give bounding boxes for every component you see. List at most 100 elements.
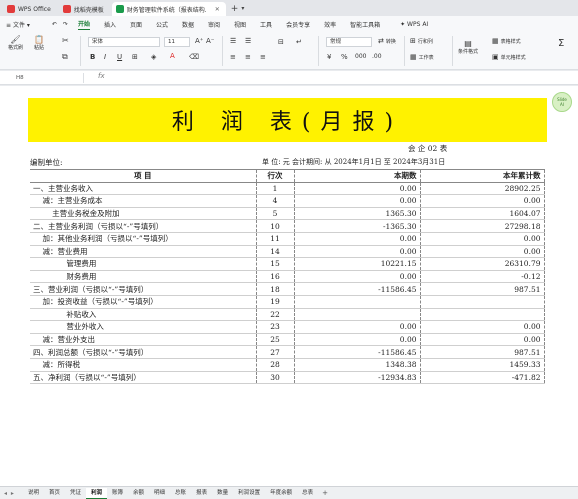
worksheet-button[interactable]: ▦ 工作表: [410, 53, 434, 61]
cell-year-to-date[interactable]: 28902.25: [420, 182, 545, 196]
cell-item[interactable]: 减：营业费用: [30, 245, 256, 259]
wrap-text-icon[interactable]: ↵: [296, 38, 302, 46]
cell-current-period[interactable]: 0.00: [294, 270, 421, 284]
table-row[interactable]: 五、净利润（亏损以“-”号填列） 30 -12934.83 -471.82: [30, 371, 545, 385]
table-row[interactable]: 财务费用 16 0.00 -0.12: [30, 270, 545, 284]
sum-button[interactable]: Σ: [558, 38, 564, 49]
table-row[interactable]: 三、营业利润（亏损以“-”号填列） 18 -11586.45 987.51: [30, 282, 545, 296]
italic-icon[interactable]: I: [104, 53, 106, 61]
table-row[interactable]: 四、利润总额（亏损以“-”号填列） 27 -11586.45 987.51: [30, 345, 545, 359]
cell-line-no[interactable]: 18: [255, 282, 295, 296]
cell-year-to-date[interactable]: 0.00: [420, 320, 545, 334]
cell-current-period[interactable]: 0.00: [294, 232, 421, 246]
cell-item[interactable]: 二、主营业务利润（亏损以“-”号填列）: [30, 219, 256, 233]
menu-member[interactable]: 会员专享: [286, 20, 310, 29]
table-row[interactable]: 减：营业外支出 25 0.00 0.00: [30, 333, 545, 347]
cell-current-period[interactable]: [294, 308, 421, 322]
cell-year-to-date[interactable]: [420, 308, 545, 322]
font-color-icon[interactable]: A: [170, 52, 175, 60]
cell-year-to-date[interactable]: 26310.79: [420, 257, 545, 271]
table-row[interactable]: 减：主营业务成本 4 0.00 0.00: [30, 194, 545, 208]
cell-item[interactable]: 减：主营业务成本: [30, 194, 256, 208]
cell-item[interactable]: 一、主营业务收入: [30, 182, 256, 196]
chevron-down-icon[interactable]: ▾: [241, 2, 244, 16]
redo-icon[interactable]: ↷: [63, 21, 68, 28]
conditional-format-button[interactable]: ▤ 条件格式: [458, 39, 478, 55]
font-size-select[interactable]: 11: [164, 37, 190, 47]
cell-year-to-date[interactable]: 1604.07: [420, 207, 545, 221]
sheet-tab[interactable]: 明细: [149, 488, 170, 499]
sheet-tab[interactable]: 报表: [191, 488, 212, 499]
sheet-nav-arrows-icon[interactable]: ◂ ▸: [4, 490, 15, 497]
cell-item[interactable]: 三、营业利润（亏损以“-”号填列）: [30, 282, 256, 296]
cell-current-period[interactable]: 1348.38: [294, 358, 421, 372]
fill-color-icon[interactable]: ◈: [151, 53, 156, 61]
decrease-font-icon[interactable]: A⁻: [206, 37, 214, 45]
row-col-button[interactable]: ⊞ 行和列: [410, 37, 433, 45]
cell-item[interactable]: 管理费用: [30, 257, 256, 271]
table-row[interactable]: 二、主营业务利润（亏损以“-”号填列） 10 -1365.30 27298.18: [30, 219, 545, 233]
cell-year-to-date[interactable]: 0.00: [420, 194, 545, 208]
cell-year-to-date[interactable]: 0.00: [420, 232, 545, 246]
menu-data[interactable]: 数据: [182, 20, 194, 29]
cell-line-no[interactable]: 19: [255, 295, 295, 309]
tab-docer-templates[interactable]: 找稻壳模板: [59, 2, 110, 16]
cut-icon[interactable]: ✂: [62, 36, 69, 45]
cell-line-no[interactable]: 25: [255, 333, 295, 347]
cell-line-no[interactable]: 14: [255, 245, 295, 259]
table-row[interactable]: 管理费用 15 10221.15 26310.79: [30, 257, 545, 271]
sheet-tab[interactable]: 利润设置: [233, 488, 265, 499]
menu-wps-ai[interactable]: ✦ WPS AI: [400, 21, 428, 28]
cell-line-no[interactable]: 10: [255, 219, 295, 233]
cell-item[interactable]: 主营业务税金及附加: [30, 207, 256, 221]
menu-smart-toolbox[interactable]: 智能工具箱: [350, 20, 380, 29]
cell-current-period[interactable]: 0.00: [294, 194, 421, 208]
cell-current-period[interactable]: 10221.15: [294, 257, 421, 271]
function-icon[interactable]: fx: [98, 72, 105, 80]
align-top-icon[interactable]: ☰: [230, 37, 236, 45]
merge-icon[interactable]: ⊟: [278, 38, 284, 46]
align-right-icon[interactable]: ≡: [260, 53, 266, 61]
cell-year-to-date[interactable]: 0.00: [420, 333, 545, 347]
menu-file[interactable]: ≡ 文件 ▾: [6, 20, 30, 29]
cell-line-no[interactable]: 30: [255, 371, 295, 385]
new-tab-icon[interactable]: +: [231, 2, 239, 16]
cell-year-to-date[interactable]: [420, 295, 545, 309]
cell-item[interactable]: 营业外收入: [30, 320, 256, 334]
sheet-tab[interactable]: 总账: [170, 488, 191, 499]
table-style-button[interactable]: ▦ 表格样式: [492, 37, 521, 45]
worksheet-area[interactable]: 利 润 表(月报) Slide AI 会 企 02 表 编制单位: 单 位: 元 …: [0, 86, 578, 486]
font-name-select[interactable]: 宋体: [88, 37, 160, 47]
sheet-tab[interactable]: 说明: [23, 488, 44, 499]
increase-font-icon[interactable]: A⁺: [195, 37, 203, 45]
cell-line-no[interactable]: 15: [255, 257, 295, 271]
clear-format-icon[interactable]: ⌫: [189, 53, 199, 61]
sheet-tab[interactable]: 首页: [44, 488, 65, 499]
convert-button[interactable]: ⇄ 转换: [378, 37, 396, 45]
paste-button[interactable]: 📋 粘贴: [34, 35, 44, 51]
currency-icon[interactable]: ¥: [327, 53, 331, 61]
table-row[interactable]: 补贴收入 22: [30, 308, 545, 322]
sheet-tab[interactable]: 凭证: [65, 488, 86, 499]
align-middle-icon[interactable]: ☰: [245, 37, 251, 45]
cell-item[interactable]: 减：所得税: [30, 358, 256, 372]
menu-page[interactable]: 页面: [130, 20, 142, 29]
close-tab-icon[interactable]: ✕: [211, 6, 220, 13]
table-row[interactable]: 加：其他业务利润（亏损以“-”号填列） 11 0.00 0.00: [30, 232, 545, 246]
table-row[interactable]: 加：投资收益（亏损以“-”号填列） 19: [30, 295, 545, 309]
cell-current-period[interactable]: 0.00: [294, 333, 421, 347]
cell-line-no[interactable]: 11: [255, 232, 295, 246]
underline-icon[interactable]: U: [117, 53, 122, 61]
cell-item[interactable]: 补贴收入: [30, 308, 256, 322]
cell-current-period[interactable]: -12934.83: [294, 371, 421, 385]
cell-line-no[interactable]: 4: [255, 194, 295, 208]
cell-line-no[interactable]: 23: [255, 320, 295, 334]
cell-year-to-date[interactable]: 0.00: [420, 245, 545, 259]
copy-icon[interactable]: ⧉: [62, 52, 68, 62]
sheet-tab[interactable]: 年度余额: [265, 488, 297, 499]
menu-formula[interactable]: 公式: [156, 20, 168, 29]
cell-line-no[interactable]: 28: [255, 358, 295, 372]
menu-efficiency[interactable]: 效率: [324, 20, 336, 29]
sheet-tab[interactable]: 总表: [297, 488, 318, 499]
sheet-tab[interactable]: 利润: [85, 487, 107, 499]
